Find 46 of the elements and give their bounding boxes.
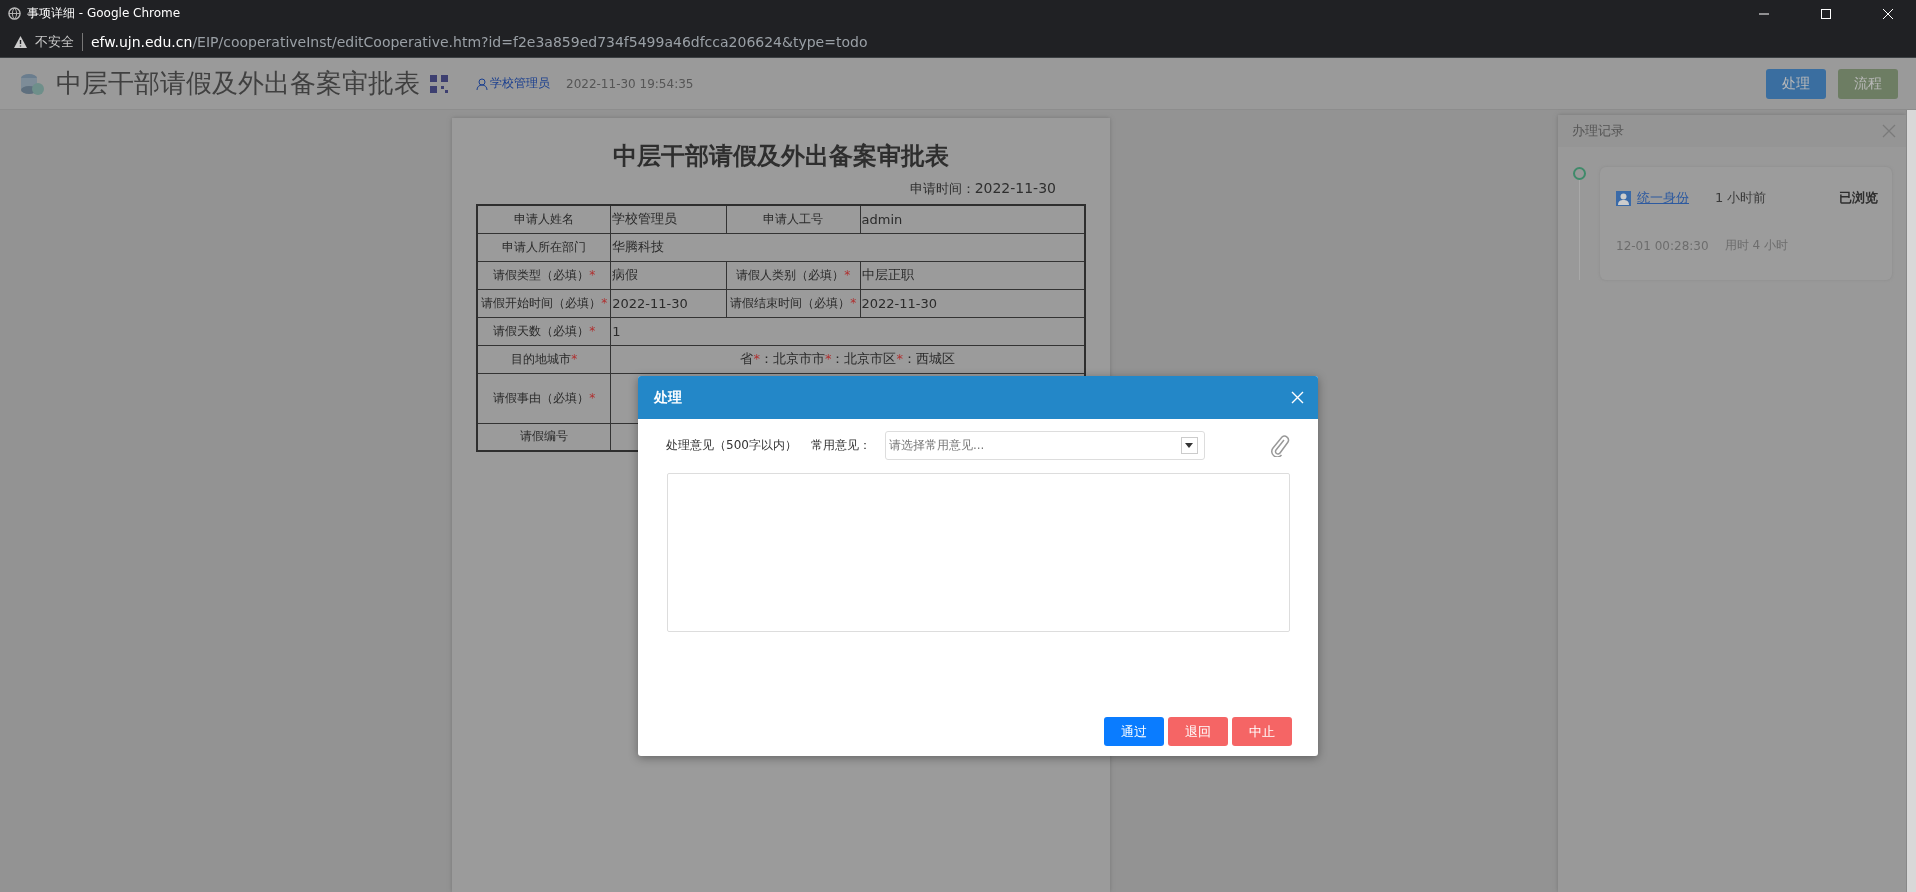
maximize-icon — [1820, 7, 1832, 20]
date-value: 2022-11-30 — [974, 180, 1056, 196]
field-label: 请假开始时间（必填）* — [477, 289, 611, 317]
user-icon — [476, 77, 488, 90]
opinion-textarea[interactable] — [667, 473, 1290, 632]
field-label: 请假人类别（必填）* — [726, 261, 860, 289]
field-value: 病假 — [610, 261, 727, 289]
panel-title: 办理记录 — [1572, 122, 1624, 140]
user-icon — [1616, 190, 1631, 206]
action-button[interactable]: 处理 — [1766, 68, 1826, 99]
field-label: 请假事由（必填）* — [477, 373, 611, 423]
field-value: 2022-11-30 — [610, 289, 727, 317]
dialog-title: 处理 — [654, 388, 682, 407]
timeline-dot — [1572, 167, 1586, 180]
url-text[interactable]: efw.ujn.edu.cn/EIP/cooperativeInst/editCooperative.htm?id=f2e3a859ed734f5499a46dfcca206624&type=todo — [91, 34, 868, 50]
elapsed-time: 1 小时前 — [1715, 189, 1768, 207]
date-label: 申请时间： — [909, 180, 975, 198]
field-label: 请假结束时间（必填）* — [726, 289, 860, 317]
field-label: 目的地城市* — [477, 345, 611, 373]
action-button[interactable]: 流程 — [1838, 68, 1898, 99]
user-link[interactable]: 统一身份 — [1637, 189, 1689, 207]
timestamp: 2022-11-30 19:54:35 — [566, 76, 695, 91]
dialog-button[interactable]: 中止 — [1232, 717, 1292, 746]
opinion-label: 处理意见（500字以内） — [666, 437, 797, 454]
dialog-button[interactable]: 通过 — [1104, 717, 1164, 746]
common-opinion-select[interactable]: 请选择常用意见... — [884, 431, 1205, 460]
field-label: 申请人所在部门 — [477, 233, 611, 261]
common-opinion-label: 常用意见： — [810, 437, 871, 454]
user-link[interactable]: 学校管理员 — [490, 75, 550, 92]
window-title: 事项详细 - Google Chrome — [27, 5, 182, 22]
form-title: 中层干部请假及外出备案审批表 — [612, 141, 950, 172]
warning-icon — [14, 36, 27, 48]
status-text: 已浏览 — [1839, 189, 1878, 207]
field-label: 请假类型（必填）* — [477, 261, 611, 289]
field-label: 申请人工号 — [726, 205, 860, 233]
caret-icon — [1185, 443, 1194, 448]
field-label: 申请人姓名 — [477, 205, 611, 233]
dialog-button[interactable]: 退回 — [1168, 717, 1228, 746]
qr-code-icon — [430, 74, 448, 93]
field-label: 请假天数（必填）* — [477, 317, 611, 345]
paperclip-icon[interactable] — [1270, 434, 1290, 457]
security-label: 不安全 — [35, 33, 83, 51]
field-value: 学校管理员 — [610, 205, 727, 233]
close-icon — [1882, 7, 1894, 20]
page-title: 中层干部请假及外出备案审批表 — [56, 67, 420, 100]
globe-icon — [8, 7, 21, 20]
